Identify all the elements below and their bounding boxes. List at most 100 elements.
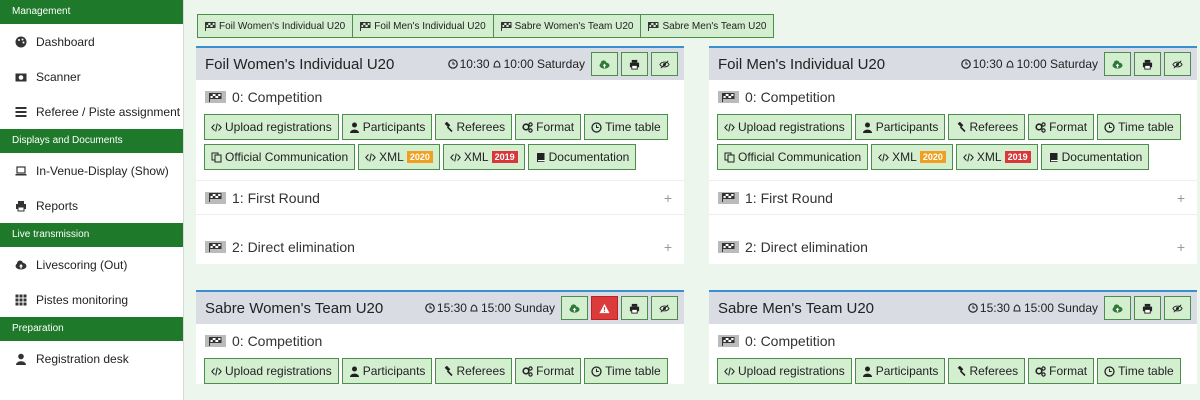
expand-icon[interactable]: +	[1177, 239, 1185, 255]
sidebar-item-scanner[interactable]: Scanner	[0, 59, 183, 94]
upload-registrations-button[interactable]: Upload registrations	[717, 358, 852, 384]
phase-direct-elimination[interactable]: 2: Direct elimination +	[196, 230, 684, 264]
bell-icon	[492, 60, 501, 68]
tab-label: Sabre Women's Team U20	[514, 20, 634, 32]
print-button[interactable]	[621, 296, 648, 320]
phase-label: 0: Competition	[745, 89, 836, 105]
phase-competition[interactable]: 0: Competition	[196, 324, 684, 358]
card-title: Sabre Men's Team U20	[718, 299, 874, 317]
print-icon	[15, 200, 27, 212]
phase-competition[interactable]: 0: Competition	[709, 80, 1197, 114]
sidebar-item-label: Scanner	[36, 69, 81, 84]
expand-icon[interactable]: +	[664, 190, 672, 206]
check-in-time: 15:00 Sunday	[1023, 301, 1098, 315]
user-icon	[15, 353, 27, 365]
cogs-icon	[1035, 365, 1046, 377]
referees-button[interactable]: Referees	[435, 358, 513, 384]
tab-foil-men[interactable]: Foil Men's Individual U20	[352, 14, 494, 38]
referees-button[interactable]: Referees	[948, 114, 1026, 140]
button-label: Participants	[875, 120, 939, 134]
button-label: Participants	[362, 120, 426, 134]
upload-registrations-button[interactable]: Upload registrations	[717, 114, 852, 140]
version-badge: 2019	[491, 151, 518, 163]
print-button[interactable]	[1134, 52, 1161, 76]
time-table-button[interactable]: Time table	[1097, 114, 1181, 140]
tab-sabre-men[interactable]: Sabre Men's Team U20	[640, 14, 775, 38]
flag-checkered-icon	[648, 21, 659, 31]
tab-foil-women[interactable]: Foil Women's Individual U20	[197, 14, 354, 38]
referees-button[interactable]: Referees	[948, 358, 1026, 384]
cogs-icon	[522, 365, 533, 377]
sidebar-item-label: Registration desk	[36, 351, 129, 366]
cloud-upload-button[interactable]	[1104, 52, 1131, 76]
sidebar-item-reports[interactable]: Reports	[0, 188, 183, 223]
phase-first-round[interactable]: 1: First Round +	[709, 180, 1197, 214]
sidebar-item-pistes-monitoring[interactable]: Pistes monitoring	[0, 282, 183, 317]
hide-button[interactable]	[1164, 296, 1191, 320]
book-icon	[536, 152, 545, 162]
sidebar-item-livescoring[interactable]: Livescoring (Out)	[0, 247, 183, 282]
xml-2019-button[interactable]: XML 2019	[442, 144, 525, 170]
format-button[interactable]: Format	[1028, 358, 1095, 384]
expand-icon[interactable]: +	[664, 239, 672, 255]
sidebar-item-registration-desk[interactable]: Registration desk	[0, 341, 183, 376]
laptop-icon	[15, 165, 27, 177]
time-table-button[interactable]: Time table	[1097, 358, 1181, 384]
upload-registrations-button[interactable]: Upload registrations	[204, 114, 339, 140]
phase-competition[interactable]: 0: Competition	[196, 80, 684, 114]
hide-button[interactable]	[651, 52, 678, 76]
hide-button[interactable]	[651, 296, 678, 320]
phase-label: 0: Competition	[745, 333, 836, 349]
flag-checkered-icon	[500, 21, 512, 31]
cloud-upload-button[interactable]	[1104, 296, 1131, 320]
xml-2020-button[interactable]: XML 2020	[871, 144, 953, 170]
participants-button[interactable]: Participants	[341, 358, 433, 384]
cloud-upload-button[interactable]	[591, 52, 618, 76]
tab-sabre-women[interactable]: Sabre Women's Team U20	[492, 14, 642, 38]
eye-slash-icon	[1172, 304, 1183, 312]
documentation-button[interactable]: Documentation	[1040, 144, 1150, 170]
format-button[interactable]: Format	[515, 358, 582, 384]
xml-2019-button[interactable]: XML 2019	[955, 144, 1038, 170]
code-icon	[365, 152, 377, 162]
participants-button[interactable]: Participants	[854, 358, 946, 384]
phase-competition[interactable]: 0: Competition	[709, 324, 1197, 358]
official-communication-button[interactable]: Official Communication	[717, 144, 869, 170]
phase-label: 2: Direct elimination	[232, 239, 355, 255]
format-button[interactable]: Format	[1028, 114, 1095, 140]
sidebar-section-management: Management	[0, 0, 183, 24]
button-label: Referees	[456, 120, 506, 134]
phase-first-round[interactable]: 1: First Round +	[196, 180, 684, 214]
sidebar-item-dashboard[interactable]: Dashboard	[0, 24, 183, 59]
code-icon	[878, 152, 890, 162]
xml-2020-button[interactable]: XML 2020	[358, 144, 440, 170]
phase-direct-elimination[interactable]: 2: Direct elimination +	[709, 230, 1197, 264]
action-buttons: Upload registrations Participants Refere…	[196, 114, 684, 170]
flag-checkered-icon	[718, 335, 739, 347]
expand-icon[interactable]: +	[1177, 190, 1185, 206]
button-label: Format	[1049, 120, 1088, 134]
official-communication-button[interactable]: Official Communication	[204, 144, 356, 170]
button-label: Official Communication	[738, 150, 862, 164]
sidebar-item-referee-assignment[interactable]: Referee / Piste assignment	[0, 94, 183, 129]
print-button[interactable]	[1134, 296, 1161, 320]
warning-button[interactable]	[591, 296, 618, 320]
button-label: XML	[463, 150, 489, 164]
time-table-button[interactable]: Time table	[584, 358, 668, 384]
time-table-button[interactable]: Time table	[584, 114, 668, 140]
format-button[interactable]: Format	[515, 114, 582, 140]
hide-button[interactable]	[1164, 52, 1191, 76]
phase-label: 0: Competition	[232, 89, 323, 105]
documentation-button[interactable]: Documentation	[527, 144, 637, 170]
card-header: Sabre Men's Team U20 15:30 15:00 Sunday	[709, 292, 1197, 324]
participants-button[interactable]: Participants	[341, 114, 433, 140]
participants-button[interactable]: Participants	[854, 114, 946, 140]
referees-button[interactable]: Referees	[435, 114, 513, 140]
start-time: 10:30	[972, 57, 1003, 71]
cloud-upload-button[interactable]	[561, 296, 588, 320]
sidebar-item-in-venue-display[interactable]: In-Venue-Display (Show)	[0, 153, 183, 188]
upload-registrations-button[interactable]: Upload registrations	[204, 358, 339, 384]
cogs-icon	[1035, 121, 1046, 133]
print-button[interactable]	[621, 52, 648, 76]
action-buttons: Upload registrations Participants Refere…	[709, 114, 1197, 170]
